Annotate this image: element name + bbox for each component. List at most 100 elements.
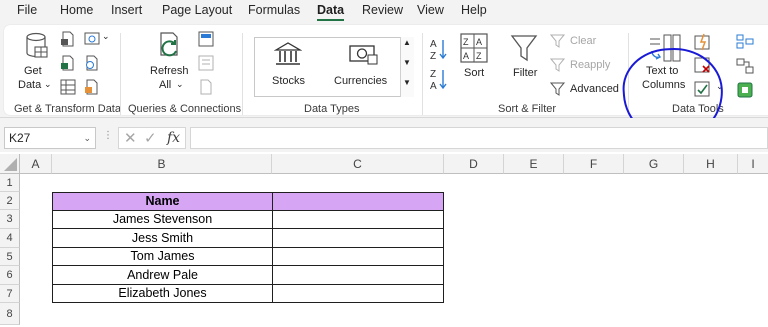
tab-file[interactable]: File: [17, 3, 37, 17]
group-divider: [120, 33, 121, 115]
gallery-down-icon[interactable]: ▼: [403, 58, 411, 67]
group-label-queries: Queries & Connections: [128, 103, 242, 115]
table-cell-empty[interactable]: [272, 285, 444, 303]
column-header-e[interactable]: E: [504, 154, 564, 174]
data-model-icon[interactable]: [736, 81, 754, 99]
tab-view[interactable]: View: [417, 3, 444, 17]
column-header-d[interactable]: D: [444, 154, 504, 174]
table-row[interactable]: Tom James: [52, 248, 273, 266]
consolidate-icon[interactable]: [736, 33, 754, 51]
column-header-b[interactable]: B: [52, 154, 272, 174]
stocks-label[interactable]: Stocks: [272, 75, 305, 87]
clear-label: Clear: [570, 35, 597, 47]
tab-insert[interactable]: Insert: [111, 3, 142, 17]
select-all-corner[interactable]: [0, 154, 20, 174]
svg-text:A: A: [476, 37, 482, 47]
sort-label[interactable]: Sort: [464, 67, 484, 79]
tab-page-layout[interactable]: Page Layout: [162, 3, 232, 17]
relationships-icon[interactable]: [736, 57, 754, 75]
tab-review[interactable]: Review: [362, 3, 403, 17]
table-header-name[interactable]: Name: [52, 192, 273, 211]
group-divider-2: [242, 33, 243, 115]
enter-icon[interactable]: ✓: [144, 129, 157, 147]
advanced-filter-icon[interactable]: [550, 81, 566, 97]
table-row[interactable]: James Stevenson: [52, 211, 273, 229]
filter-label[interactable]: Filter: [513, 67, 537, 79]
edit-links-icon: [200, 79, 212, 95]
name-box-value: K27: [9, 131, 31, 145]
chevron-down-icon-2[interactable]: ⌄: [102, 31, 110, 42]
table-header-empty[interactable]: [272, 192, 444, 211]
row-header-6[interactable]: 6: [0, 266, 20, 285]
get-data-label-2[interactable]: Data: [18, 79, 41, 91]
refresh-all-label-2[interactable]: All: [159, 79, 171, 91]
menu-bar: File Home Insert Page Layout Formulas Da…: [0, 0, 768, 22]
table-row[interactable]: Jess Smith: [52, 229, 273, 248]
column-header-f[interactable]: F: [564, 154, 624, 174]
svg-text:A: A: [430, 81, 437, 91]
recent-sources-icon[interactable]: [84, 55, 100, 71]
database-icon[interactable]: [24, 31, 48, 61]
svg-text:Z: Z: [463, 37, 469, 47]
gallery-more-icon[interactable]: ▼: [403, 78, 411, 87]
row-header-8[interactable]: 8: [0, 303, 20, 325]
svg-text:A: A: [463, 51, 469, 61]
sort-za-icon[interactable]: Z A: [430, 67, 448, 91]
table-row[interactable]: Elizabeth Jones: [52, 285, 273, 303]
chevron-down-icon[interactable]: ⌄: [44, 79, 52, 90]
currencies-icon[interactable]: [348, 43, 378, 65]
row-header-1[interactable]: 1: [0, 174, 20, 192]
currencies-label[interactable]: Currencies: [334, 75, 387, 87]
insert-function-icon[interactable]: fx: [167, 130, 180, 146]
column-header-g[interactable]: G: [624, 154, 684, 174]
stocks-icon[interactable]: [274, 41, 302, 67]
from-table-icon[interactable]: [60, 55, 76, 71]
reapply-icon: [550, 58, 566, 72]
table-cell-empty[interactable]: [272, 211, 444, 229]
row-header-5[interactable]: 5: [0, 248, 20, 266]
row-header-4[interactable]: 4: [0, 229, 20, 248]
formula-controls: ✕ ✓ fx: [118, 127, 186, 149]
tab-home[interactable]: Home: [60, 3, 93, 17]
sort-dialog-icon[interactable]: Z A A Z: [460, 33, 488, 63]
column-header-h[interactable]: H: [684, 154, 738, 174]
from-web-icon[interactable]: [84, 31, 100, 47]
formula-bar: K27 ⌄ ⋮ ✕ ✓ fx: [0, 118, 768, 152]
svg-text:Z: Z: [476, 51, 482, 61]
cancel-icon[interactable]: ✕: [124, 129, 137, 147]
column-header-i[interactable]: I: [738, 154, 768, 174]
name-box[interactable]: K27 ⌄: [4, 127, 96, 149]
tab-help[interactable]: Help: [461, 3, 487, 17]
gallery-up-icon[interactable]: ▲: [403, 38, 411, 47]
more-dots-icon: ⋮: [103, 130, 113, 141]
properties-icon: [198, 55, 214, 71]
table-row[interactable]: Andrew Pale: [52, 266, 273, 285]
gallery-scrollbar[interactable]: ▲ ▼ ▼: [400, 37, 414, 97]
sort-az-icon[interactable]: A Z: [430, 37, 448, 61]
from-text-icon[interactable]: [60, 31, 76, 47]
refresh-icon[interactable]: [156, 31, 186, 61]
reapply-label: Reapply: [570, 59, 611, 71]
table-cell-empty[interactable]: [272, 266, 444, 285]
refresh-all-label[interactable]: Refresh: [150, 65, 189, 77]
existing-connections-icon[interactable]: [84, 79, 100, 95]
row-header-3[interactable]: 3: [0, 210, 20, 229]
advanced-label[interactable]: Advanced: [570, 83, 619, 95]
row-header-7[interactable]: 7: [0, 285, 20, 303]
grid-table-icon[interactable]: [60, 79, 76, 95]
chevron-down-icon-5[interactable]: ⌄: [83, 128, 91, 148]
filter-icon[interactable]: [510, 33, 538, 63]
column-header-c[interactable]: C: [272, 154, 444, 174]
tab-formulas[interactable]: Formulas: [248, 3, 300, 17]
chevron-down-icon-3[interactable]: ⌄: [176, 79, 184, 90]
get-data-label[interactable]: Get: [24, 65, 42, 77]
column-header-a[interactable]: A: [20, 154, 52, 174]
queries-connections-icon[interactable]: [198, 31, 214, 47]
tab-data[interactable]: Data: [317, 3, 344, 17]
formula-input[interactable]: [190, 127, 768, 149]
row-header-2[interactable]: 2: [0, 192, 20, 210]
table-cell-empty[interactable]: [272, 229, 444, 248]
flash-fill-icon[interactable]: [694, 33, 712, 51]
svg-text:Z: Z: [430, 69, 436, 80]
table-cell-empty[interactable]: [272, 248, 444, 266]
